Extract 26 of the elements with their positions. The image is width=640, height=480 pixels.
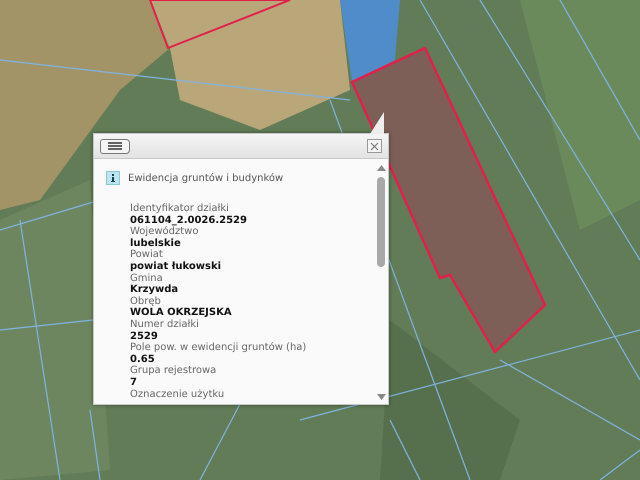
field-label: Oznaczenie użytku (130, 388, 226, 400)
field-value: Krzywda (130, 284, 180, 296)
scrollbar-thumb[interactable] (377, 177, 385, 267)
field-label: Pole pow. w ewidencji gruntów (ha) (130, 342, 308, 354)
field-label: Grupa rejestrowa (130, 365, 218, 377)
field-value: powiat łukowski (130, 260, 222, 273)
field-label: Gmina (130, 272, 164, 284)
list-icon (108, 142, 122, 150)
field-value: WOLA OKRZEJSKA (130, 307, 233, 319)
field-label: Obręb (130, 296, 162, 308)
close-icon (370, 142, 379, 150)
close-button[interactable] (367, 139, 382, 153)
scroll-down-arrow-icon[interactable] (376, 394, 386, 400)
field-label: Identyfikator działki (130, 203, 230, 215)
field-value: 2529 (130, 330, 159, 342)
info-icon (106, 171, 120, 185)
scroll-up-arrow-icon[interactable] (376, 165, 386, 171)
field-value: 7 (130, 376, 138, 388)
field-value: 0.65 (130, 354, 156, 366)
field-label: Numer działki (130, 318, 200, 331)
field-label: Powiat (130, 249, 164, 261)
field-label: Województwo (130, 226, 200, 238)
back-to-list-button[interactable] (100, 138, 130, 154)
field-value: 061104_2.0026.2529 (130, 214, 248, 226)
field-value: lubelskie (130, 238, 182, 249)
layer-title: Ewidencja gruntów i budynków (128, 172, 284, 184)
